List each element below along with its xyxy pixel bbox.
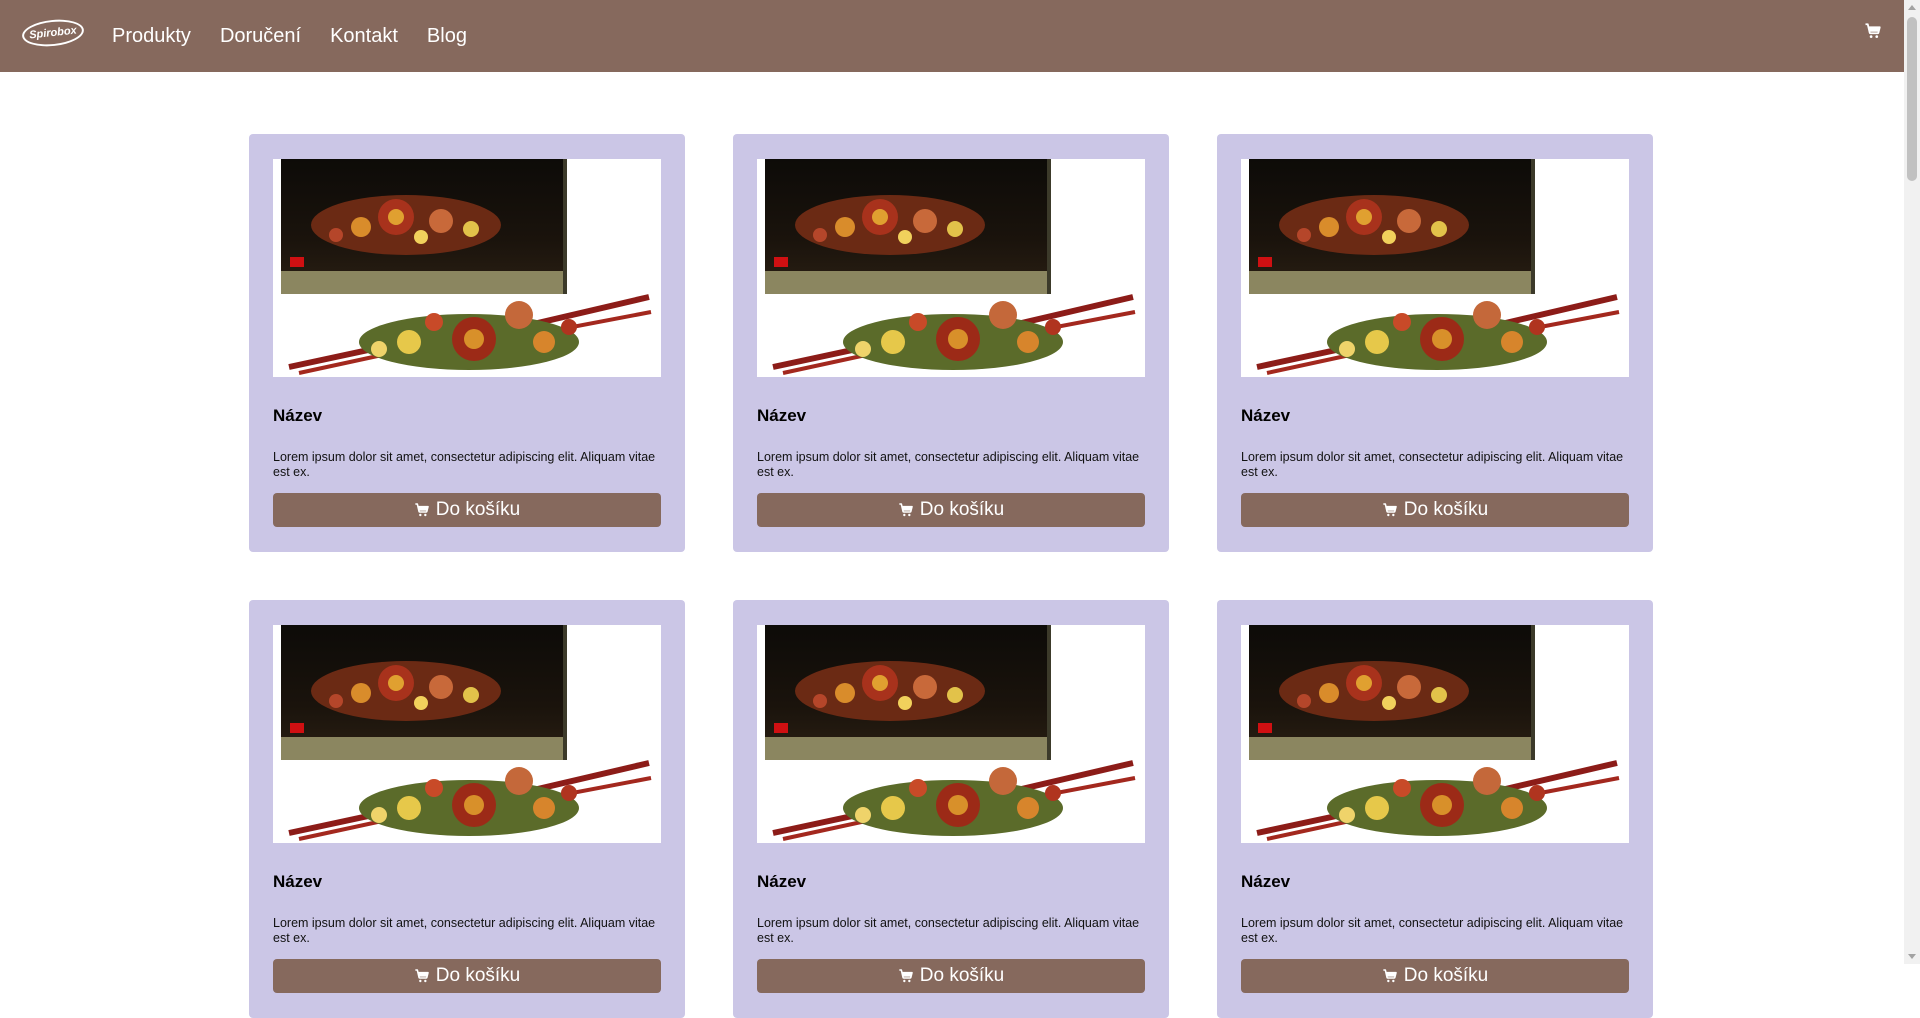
cart-icon [1383, 969, 1397, 983]
product-card: Název Lorem ipsum dolor sit amet, consec… [249, 600, 685, 1018]
lego-logo-icon [1258, 257, 1272, 267]
product-description: Lorem ipsum dolor sit amet, consectetur … [1241, 450, 1624, 479]
top-navbar: Spirobox Produkty Doručení Kontakt Blog [0, 0, 1904, 72]
product-image[interactable] [757, 159, 1145, 377]
nav-link-doruceni[interactable]: Doručení [220, 25, 301, 48]
add-to-cart-button[interactable]: Do košíku [1241, 493, 1629, 527]
box-flower-art [311, 661, 501, 721]
add-to-cart-label: Do košíku [1403, 499, 1489, 520]
product-card: Název Lorem ipsum dolor sit amet, consec… [1217, 134, 1653, 552]
box-flower-art [1279, 661, 1469, 721]
product-card: Název Lorem ipsum dolor sit amet, consec… [733, 134, 1169, 552]
box-flower-art [1279, 195, 1469, 255]
product-title: Název [1241, 406, 1291, 425]
product-title: Název [1241, 872, 1291, 891]
spirobox-logo[interactable]: Spirobox [20, 16, 86, 50]
bouquet-art [772, 294, 1136, 375]
lego-logo-icon [290, 723, 304, 733]
cart-icon [415, 503, 429, 517]
product-title: Název [273, 872, 323, 891]
product-description: Lorem ipsum dolor sit amet, consectetur … [757, 916, 1140, 945]
lego-logo-icon [290, 257, 304, 267]
product-grid: Název Lorem ipsum dolor sit amet, consec… [249, 134, 1653, 1018]
lego-logo-icon [774, 723, 788, 733]
product-title: Název [757, 872, 807, 891]
add-to-cart-button[interactable]: Do košíku [273, 493, 661, 527]
add-to-cart-button[interactable]: Do košíku [757, 493, 1145, 527]
product-title: Název [273, 406, 323, 425]
box-flower-art [311, 195, 501, 255]
nav-links: Produkty Doručení Kontakt Blog [112, 0, 467, 72]
cart-icon[interactable] [1864, 22, 1882, 40]
nav-link-blog[interactable]: Blog [427, 25, 467, 48]
add-to-cart-label: Do košíku [1403, 965, 1489, 986]
scroll-down-arrow-icon[interactable] [1908, 954, 1916, 959]
bouquet-art [1256, 760, 1620, 841]
add-to-cart-label: Do košíku [919, 965, 1005, 986]
lego-logo-icon [1258, 723, 1272, 733]
page-scrollbar[interactable] [1904, 0, 1920, 964]
product-image[interactable] [1241, 625, 1629, 843]
add-to-cart-button[interactable]: Do košíku [273, 959, 661, 993]
add-to-cart-button[interactable]: Do košíku [1241, 959, 1629, 993]
product-title: Název [757, 406, 807, 425]
product-card: Název Lorem ipsum dolor sit amet, consec… [1217, 600, 1653, 1018]
bouquet-art [288, 760, 652, 841]
product-image[interactable] [273, 625, 661, 843]
product-description: Lorem ipsum dolor sit amet, consectetur … [273, 450, 656, 479]
bouquet-art [1256, 294, 1620, 375]
add-to-cart-label: Do košíku [435, 499, 521, 520]
box-flower-art [795, 195, 985, 255]
add-to-cart-label: Do košíku [435, 965, 521, 986]
cart-icon [415, 969, 429, 983]
add-to-cart-label: Do košíku [919, 499, 1005, 520]
bouquet-art [772, 760, 1136, 841]
product-card: Název Lorem ipsum dolor sit amet, consec… [249, 134, 685, 552]
add-to-cart-button[interactable]: Do košíku [757, 959, 1145, 993]
cart-icon [899, 969, 913, 983]
box-flower-art [795, 661, 985, 721]
nav-link-kontakt[interactable]: Kontakt [330, 25, 398, 48]
bouquet-art [288, 294, 652, 375]
product-description: Lorem ipsum dolor sit amet, consectetur … [273, 916, 656, 945]
product-image[interactable] [273, 159, 661, 377]
cart-icon [899, 503, 913, 517]
scrollbar-thumb[interactable] [1907, 17, 1917, 181]
scroll-up-arrow-icon[interactable] [1908, 5, 1916, 10]
product-description: Lorem ipsum dolor sit amet, consectetur … [1241, 916, 1624, 945]
product-image[interactable] [757, 625, 1145, 843]
lego-logo-icon [774, 257, 788, 267]
product-image[interactable] [1241, 159, 1629, 377]
product-card: Název Lorem ipsum dolor sit amet, consec… [733, 600, 1169, 1018]
nav-link-produkty[interactable]: Produkty [112, 25, 191, 48]
product-description: Lorem ipsum dolor sit amet, consectetur … [757, 450, 1140, 479]
cart-icon [1383, 503, 1397, 517]
